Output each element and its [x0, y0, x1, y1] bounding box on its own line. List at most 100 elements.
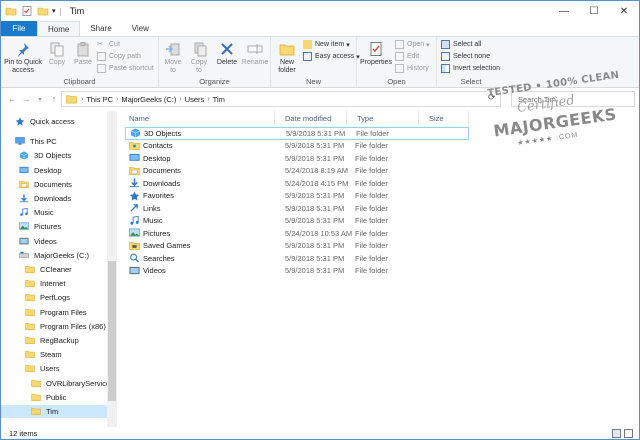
- nav-item[interactable]: MajorGeeks (C:): [1, 249, 107, 262]
- back-arrow-icon[interactable]: ←: [5, 94, 19, 104]
- column-header-date[interactable]: Date modified: [275, 111, 347, 125]
- chevron-down-icon: ▾: [426, 41, 430, 49]
- nav-item-label: Videos: [34, 236, 57, 246]
- pin-to-quick-access-button[interactable]: Pin to Quick access: [3, 41, 43, 75]
- breadcrumb-tim[interactable]: Tim: [213, 95, 225, 104]
- nav-item[interactable]: Program Files (x86): [1, 320, 107, 333]
- edit-button[interactable]: Edit: [395, 52, 419, 61]
- nav-item[interactable]: Documents: [1, 178, 107, 191]
- up-arrow-icon[interactable]: ↑: [47, 94, 61, 104]
- close-button[interactable]: ✕: [609, 1, 639, 21]
- nav-item[interactable]: Users: [1, 362, 107, 375]
- nav-item[interactable]: OVRLibraryService: [1, 377, 110, 390]
- file-row[interactable]: Links 5/9/2018 5:31 PM File folder: [125, 202, 469, 215]
- file-row[interactable]: Pictures 5/24/2018 10:53 AM File folder: [125, 227, 469, 240]
- nav-item[interactable]: RegBackup: [1, 334, 107, 347]
- open-button[interactable]: Open ▾: [395, 40, 430, 49]
- file-row[interactable]: Downloads 5/24/2018 4:15 PM File folder: [125, 177, 469, 190]
- paste-shortcut-button[interactable]: Paste shortcut: [97, 64, 154, 73]
- new-folder-icon[interactable]: [37, 5, 49, 17]
- delete-button[interactable]: Delete: [215, 41, 239, 67]
- folder-icon: [25, 322, 35, 331]
- nav-scrollbar[interactable]: [107, 111, 117, 427]
- easy-access-button[interactable]: Easy access ▾: [303, 52, 360, 61]
- tab-view[interactable]: View: [122, 21, 159, 36]
- tab-file[interactable]: File: [1, 21, 37, 36]
- file-row[interactable]: Documents 5/24/2018 8:19 AM File folder: [125, 165, 469, 178]
- music-icon: [129, 215, 140, 226]
- details-view-icon[interactable]: [612, 429, 621, 438]
- nav-item[interactable]: Music: [1, 206, 107, 219]
- column-header-size[interactable]: Size: [419, 111, 469, 125]
- breadcrumb-users[interactable]: Users: [185, 95, 205, 104]
- select-none-button[interactable]: Select none: [441, 52, 490, 61]
- forward-arrow-icon[interactable]: →: [19, 94, 33, 104]
- new-folder-button[interactable]: New folder: [273, 41, 301, 75]
- breadcrumb-drive[interactable]: MajorGeeks (C:): [121, 95, 176, 104]
- column-header-name[interactable]: Name: [119, 111, 275, 125]
- open-group: Properties Open ▾ Edit History Open: [357, 37, 437, 88]
- quick-access-dropdown-icon[interactable]: ▾: [52, 7, 56, 15]
- file-row[interactable]: Favorites 5/9/2018 5:31 PM File folder: [125, 190, 469, 203]
- column-header-type[interactable]: Type: [347, 111, 419, 125]
- invert-selection-button[interactable]: Invert selection: [441, 64, 500, 73]
- copy-button[interactable]: Copy: [45, 41, 69, 67]
- file-row[interactable]: Videos 5/9/2018 5:31 PM File folder: [125, 265, 469, 278]
- address-bar[interactable]: › This PC › MajorGeeks (C:) › Users › Ti…: [61, 91, 501, 107]
- tab-home[interactable]: Home: [37, 21, 81, 36]
- nav-item[interactable]: Downloads: [1, 192, 107, 205]
- file-row[interactable]: Contacts 5/9/2018 5:31 PM File folder: [125, 140, 469, 153]
- copy-to-button[interactable]: Copy to: [187, 41, 211, 75]
- large-icons-view-icon[interactable]: [624, 429, 633, 438]
- file-type: File folder: [355, 253, 388, 263]
- file-row[interactable]: Searches 5/9/2018 5:31 PM File folder: [125, 252, 469, 265]
- nav-item-label: Steam: [40, 350, 62, 360]
- file-row[interactable]: Saved Games 5/9/2018 5:31 PM File folder: [125, 240, 469, 253]
- pin-icon: [18, 43, 29, 57]
- breadcrumb-this-pc[interactable]: This PC: [86, 95, 113, 104]
- nav-item[interactable]: 3D Objects: [1, 149, 107, 162]
- properties-icon[interactable]: [21, 5, 33, 17]
- nav-item[interactable]: Desktop: [1, 164, 107, 177]
- select-all-button[interactable]: Select all: [441, 40, 481, 49]
- file-date: 5/24/2018 10:53 AM: [285, 228, 353, 238]
- file-name: Favorites: [143, 191, 174, 201]
- file-row[interactable]: 3D Objects 5/9/2018 5:31 PM File folder: [125, 127, 469, 140]
- file-type: File folder: [355, 216, 388, 226]
- chevron-right-icon[interactable]: ›: [207, 96, 209, 103]
- nav-item[interactable]: Videos: [1, 235, 107, 248]
- maximize-button[interactable]: ☐: [579, 1, 609, 21]
- nav-item[interactable]: Public: [1, 391, 107, 404]
- nav-item[interactable]: This PC: [1, 135, 107, 148]
- nav-item[interactable]: Pictures: [1, 220, 107, 233]
- nav-scrollbar-thumb[interactable]: [108, 261, 116, 401]
- nav-item[interactable]: Internet: [1, 277, 107, 290]
- nav-item[interactable]: CCleaner: [1, 263, 107, 276]
- paste-button[interactable]: Paste: [71, 41, 95, 67]
- nav-item[interactable]: Quick access: [1, 115, 107, 128]
- properties-button[interactable]: Properties: [359, 41, 393, 67]
- nav-item[interactable]: Program Files: [1, 306, 107, 319]
- copy-path-button[interactable]: Copy path: [97, 52, 141, 61]
- file-row[interactable]: Desktop 5/9/2018 5:31 PM File folder: [125, 152, 469, 165]
- move-to-button[interactable]: Move to: [161, 41, 185, 75]
- new-item-button[interactable]: New item ▾: [303, 40, 350, 49]
- tab-share[interactable]: Share: [80, 21, 121, 36]
- majorgeeks-watermark: TESTED • 100% CLEAN Certified MAJORGEEKS…: [487, 70, 637, 159]
- file-date: 5/24/2018 4:15 PM: [285, 178, 349, 188]
- rename-button[interactable]: Rename: [241, 41, 269, 67]
- nav-item[interactable]: PerfLogs: [1, 291, 107, 304]
- cut-button[interactable]: ✂ Cut: [97, 40, 120, 49]
- chevron-right-icon[interactable]: ›: [179, 96, 181, 103]
- recent-locations-icon[interactable]: ▾: [33, 96, 47, 103]
- file-date: 5/9/2018 5:31 PM: [285, 253, 345, 263]
- chevron-right-icon[interactable]: ›: [116, 96, 118, 103]
- clipboard-icon: [77, 42, 89, 57]
- nav-item[interactable]: Steam: [1, 348, 107, 361]
- nav-item[interactable]: Tim: [1, 405, 107, 418]
- history-button[interactable]: History: [395, 64, 429, 73]
- file-row[interactable]: Music 5/9/2018 5:31 PM File folder: [125, 215, 469, 228]
- minimize-button[interactable]: —: [549, 1, 579, 21]
- folder-icon: [66, 95, 77, 104]
- folder-icon: [25, 293, 35, 302]
